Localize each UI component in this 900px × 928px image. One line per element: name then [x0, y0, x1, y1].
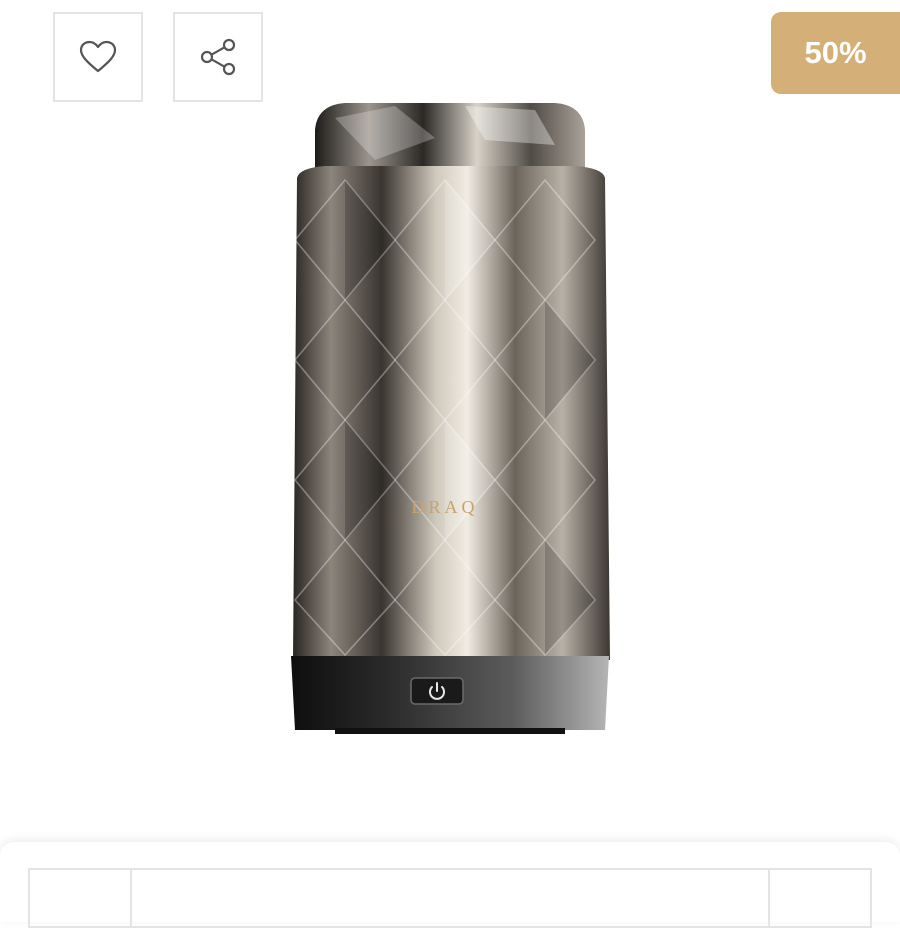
discount-badge: 50% [771, 12, 900, 94]
heart-icon [79, 40, 117, 73]
favorite-button[interactable] [53, 12, 143, 102]
power-icon [410, 677, 464, 705]
quantity-decrease-button[interactable] [30, 870, 132, 926]
quantity-stepper[interactable] [28, 868, 872, 928]
product-image[interactable]: DRAQ [285, 100, 615, 740]
quantity-value [132, 870, 768, 926]
product-brand-text: DRAQ [411, 497, 478, 517]
share-icon [200, 38, 236, 76]
quantity-increase-button[interactable] [768, 870, 870, 926]
purchase-panel [0, 842, 900, 928]
share-button[interactable] [173, 12, 263, 102]
